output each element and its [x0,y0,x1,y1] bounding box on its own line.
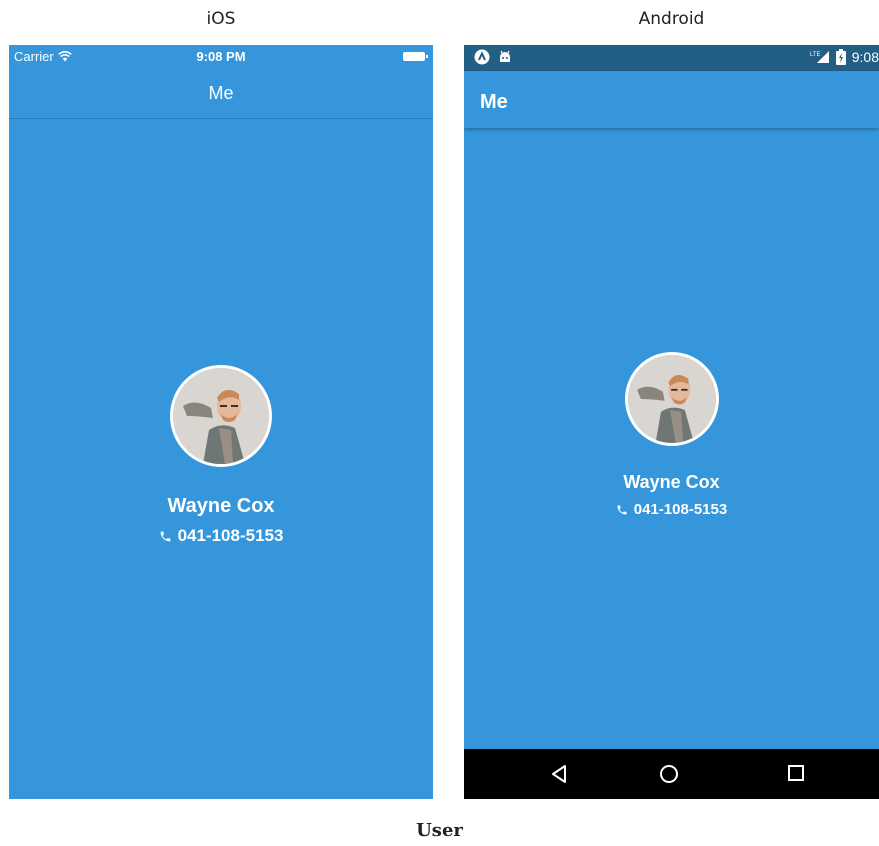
figure-caption: User [416,820,463,841]
android-status-bar: LTE 9:08 [464,45,879,71]
profile-card: Wayne Cox 041-108-5153 [9,365,433,546]
phone-number: 041-108-5153 [633,501,728,518]
person-photo [173,368,269,464]
profile-name: Wayne Cox [167,495,275,517]
person-photo [627,355,716,443]
profile-name: Wayne Cox [623,472,720,492]
signal-icon: LTE [810,51,829,63]
ios-clock: 9:08 PM [196,49,246,64]
battery-icon [403,52,428,61]
ios-status-bar: Carrier 9:08 PM [9,45,433,67]
profile-phone[interactable]: 041-108-5153 [464,501,879,518]
home-icon[interactable] [659,764,679,784]
app-icon [474,49,490,65]
ios-heading: iOS [206,9,236,29]
phone-number: 041-108-5153 [177,526,284,545]
profile-phone[interactable]: 041-108-5153 [9,526,433,546]
phone-icon [160,531,170,541]
android-app-bar: Me [464,71,879,128]
android-heading: Android [638,9,705,29]
recents-icon[interactable] [787,764,805,782]
android-icon [500,50,510,62]
ios-navigation-bar: Me [9,67,433,119]
svg-text:LTE: LTE [810,52,821,58]
profile-card: Wayne Cox 041-108-5153 [464,352,879,518]
screenshot-page: iOS Android Carrier 9:08 PM Me Wayne Cox… [0,0,879,846]
phone-icon [617,505,627,514]
android-screen: LTE 9:08 Me Wayne Cox 041-108-5153 [464,45,879,799]
page-title: Me [208,83,234,103]
avatar [170,365,272,467]
android-clock: 9:08 [851,49,879,65]
page-title: Me [480,91,508,113]
android-navigation-bar [464,749,879,799]
ios-screen: Carrier 9:08 PM Me Wayne Cox 041-108-515… [9,45,433,799]
battery-icon [835,49,846,65]
avatar [624,352,719,446]
back-icon[interactable] [550,764,568,784]
